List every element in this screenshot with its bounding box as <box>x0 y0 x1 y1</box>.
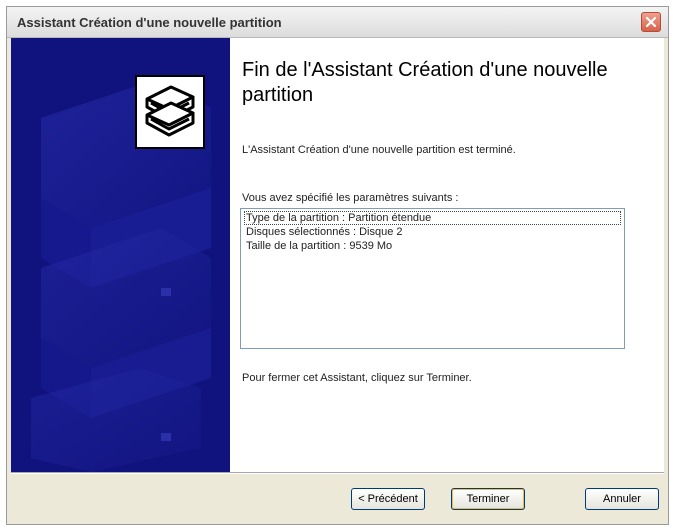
wizard-icon-frame <box>135 75 205 149</box>
params-summary-box[interactable]: Type de la partition : Partition étendue… <box>240 208 625 349</box>
wizard-side-panel <box>11 38 230 472</box>
params-label: Vous avez spécifié les paramètres suivan… <box>242 192 459 204</box>
title-bar[interactable]: Assistant Création d'une nouvelle partit… <box>7 7 668 38</box>
list-item[interactable]: Type de la partition : Partition étendue <box>244 211 621 225</box>
close-instructions: Pour fermer cet Assistant, cliquez sur T… <box>242 372 472 384</box>
book-stack-icon <box>145 85 195 137</box>
page-title: Fin de l'Assistant Création d'une nouvel… <box>242 59 608 106</box>
list-item[interactable]: Disques sélectionnés : Disque 2 <box>244 225 621 239</box>
close-icon <box>645 16 657 28</box>
previous-button[interactable]: < Précédent <box>351 488 425 510</box>
list-item[interactable]: Taille de la partition : 9539 Mo <box>244 239 621 253</box>
window-title: Assistant Création d'une nouvelle partit… <box>17 15 282 30</box>
button-separator <box>11 472 664 474</box>
wizard-window: Assistant Création d'une nouvelle partit… <box>6 6 669 525</box>
wizard-content: Fin de l'Assistant Création d'une nouvel… <box>230 38 664 472</box>
cancel-button[interactable]: Annuler <box>585 488 659 510</box>
finish-button[interactable]: Terminer <box>451 488 525 510</box>
close-button[interactable] <box>641 12 661 32</box>
completion-message: L'Assistant Création d'une nouvelle part… <box>242 144 516 156</box>
